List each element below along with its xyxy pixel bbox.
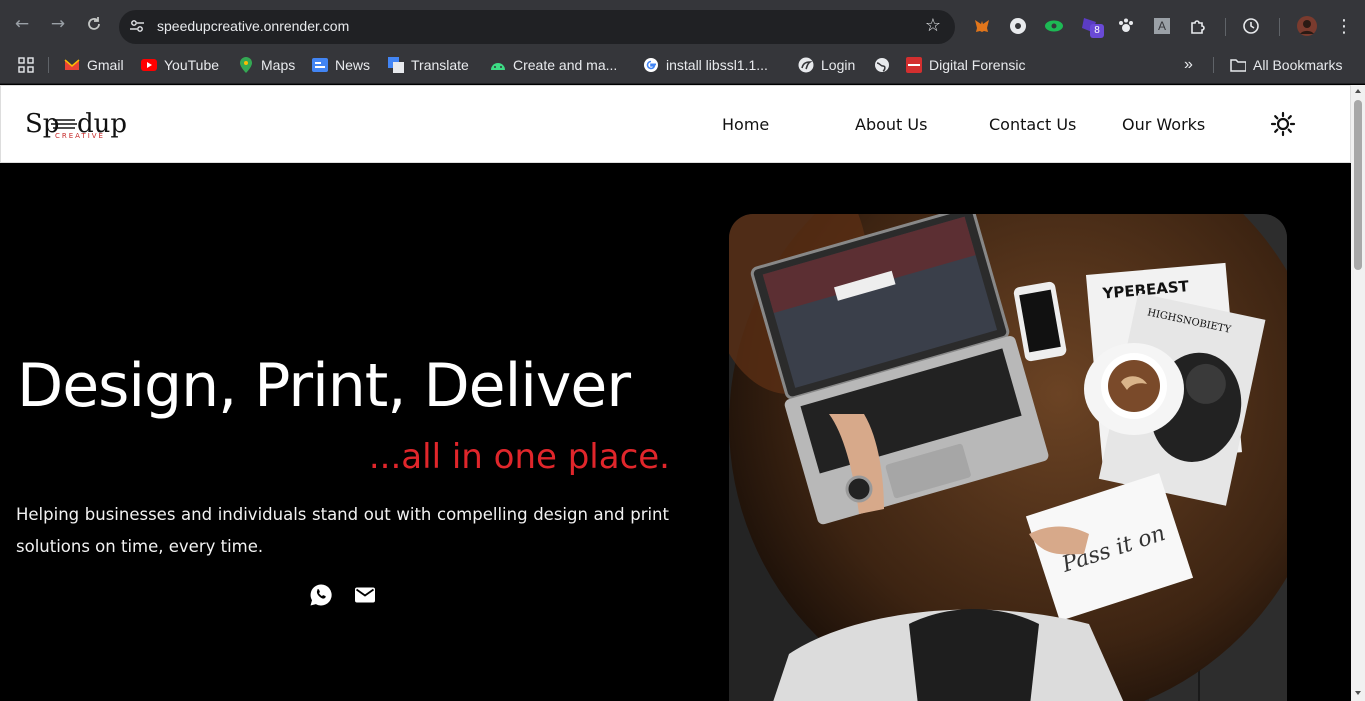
bookmark-label: Maps xyxy=(261,57,296,73)
scroll-down-arrow-icon[interactable] xyxy=(1355,691,1361,695)
history-icon[interactable] xyxy=(1241,16,1261,36)
bookmark-label: Translate xyxy=(411,57,469,73)
site-info-icon[interactable] xyxy=(129,18,145,34)
toolbar-divider xyxy=(1225,18,1226,36)
extensions-puzzle-icon[interactable] xyxy=(1188,16,1208,36)
bookmark-label: install libssl1.1... xyxy=(666,57,768,73)
folder-icon xyxy=(1230,57,1246,73)
nav-home[interactable]: Home xyxy=(722,115,769,134)
paw-extension-icon[interactable] xyxy=(1116,16,1136,36)
all-bookmarks-label: All Bookmarks xyxy=(1253,57,1343,73)
bookmark-create[interactable]: Create and ma... xyxy=(490,55,617,75)
address-bar[interactable]: speedupcreative.onrender.com ☆ xyxy=(119,10,955,44)
news-icon xyxy=(312,57,328,73)
email-icon[interactable] xyxy=(353,583,377,607)
scrollbar-thumb[interactable] xyxy=(1354,100,1362,270)
globe-icon xyxy=(874,57,890,73)
bookmark-news[interactable]: News xyxy=(312,55,370,75)
extension-circle-icon[interactable] xyxy=(1008,16,1028,36)
back-icon[interactable]: ← xyxy=(12,14,32,34)
forward-icon[interactable]: → xyxy=(48,14,68,34)
bookmarks-divider xyxy=(48,57,49,73)
bookmarks-divider xyxy=(1213,57,1214,73)
bookmark-maps[interactable]: Maps xyxy=(238,55,295,75)
reload-icon[interactable] xyxy=(84,14,104,34)
menu-kebab-icon[interactable]: ⋮ xyxy=(1334,16,1354,37)
bookmark-label: Gmail xyxy=(87,57,124,73)
bookmark-label: Login xyxy=(821,57,856,73)
hero-title: Design, Print, Deliver xyxy=(17,351,631,421)
eye-extension-icon[interactable] xyxy=(1044,16,1064,36)
android-icon xyxy=(490,57,506,73)
bookmark-digital-forensic[interactable]: Digital Forensic xyxy=(906,55,1025,75)
bookmark-star-icon[interactable]: ☆ xyxy=(925,15,941,36)
bookmark-label: News xyxy=(335,57,371,73)
translate-icon xyxy=(388,57,404,73)
speedup-logo[interactable]: Sp dup CREATIVE xyxy=(25,106,129,146)
bookmark-label: YouTube xyxy=(164,57,220,73)
badge-extension-icon[interactable]: 8 xyxy=(1080,16,1104,38)
browser-toolbar: ← → speedupcreative.onrender.com ☆ 8 A ⋮ xyxy=(0,0,1365,45)
hero-workspace-image: YPEBEAST HIGHSNOBIETY Pass it on xyxy=(729,214,1287,701)
all-bookmarks-button[interactable]: All Bookmarks xyxy=(1230,55,1342,75)
theme-toggle-sun-icon[interactable] xyxy=(1270,111,1296,137)
font-extension-icon[interactable]: A xyxy=(1152,16,1172,36)
bookmark-translate[interactable]: Translate xyxy=(388,55,469,75)
toolbar-divider xyxy=(1279,18,1280,36)
login-icon xyxy=(798,57,814,73)
hero-description: Helping businesses and individuals stand… xyxy=(16,505,669,556)
maps-icon xyxy=(238,57,254,73)
nav-about-us[interactable]: About Us xyxy=(855,115,927,134)
whatsapp-icon[interactable] xyxy=(309,583,333,607)
more-bookmarks-chevron-icon[interactable]: » xyxy=(1184,55,1193,75)
apps-grid-icon[interactable] xyxy=(18,55,34,75)
bookmark-install-libssl[interactable]: install libssl1.1... xyxy=(643,55,768,75)
site-navbar: Sp dup CREATIVE Home About Us Contact Us… xyxy=(0,85,1351,163)
bookmark-gmail[interactable]: Gmail xyxy=(64,55,124,75)
scroll-up-arrow-icon[interactable] xyxy=(1355,89,1361,93)
youtube-icon xyxy=(141,57,157,73)
url-text[interactable]: speedupcreative.onrender.com xyxy=(157,18,349,34)
svg-text:CREATIVE: CREATIVE xyxy=(55,132,105,140)
bookmark-label: Digital Forensic xyxy=(929,57,1026,73)
bookmark-login[interactable]: Login xyxy=(798,55,855,75)
nav-our-works[interactable]: Our Works xyxy=(1122,115,1205,134)
extension-badge: 8 xyxy=(1090,24,1104,38)
bookmark-globe[interactable] xyxy=(874,55,890,75)
google-icon xyxy=(643,57,659,73)
website-viewport: Sp dup CREATIVE Home About Us Contact Us… xyxy=(0,85,1351,701)
forensic-icon xyxy=(906,57,922,73)
metamask-icon[interactable] xyxy=(972,16,992,36)
bookmark-youtube[interactable]: YouTube xyxy=(141,55,219,75)
page-scrollbar[interactable] xyxy=(1351,85,1365,701)
nav-contact-us[interactable]: Contact Us xyxy=(989,115,1076,134)
gmail-icon xyxy=(64,57,80,73)
bookmark-label: Create and ma... xyxy=(513,57,618,73)
hero-tagline: ...all in one place. xyxy=(368,437,670,477)
profile-avatar[interactable] xyxy=(1297,16,1317,36)
bookmarks-bar: Gmail YouTube Maps News Translate Create… xyxy=(0,45,1365,84)
